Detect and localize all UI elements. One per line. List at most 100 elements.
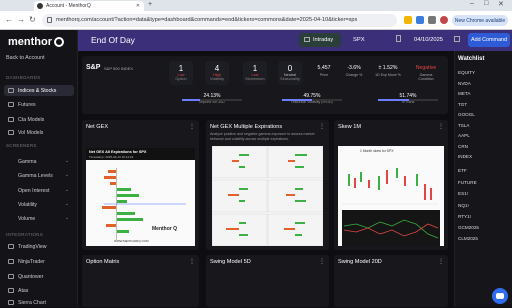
option-matrix-card: Option Matrix ⋮ bbox=[82, 255, 199, 307]
watchlist-item[interactable]: GOOGL bbox=[458, 112, 475, 117]
sidebar-item-open-interest[interactable]: Open Interest ⌄ bbox=[4, 185, 74, 196]
ticker-summary: S&P S&P 500 INDEX 1 Low Option 4 High Vo… bbox=[82, 56, 448, 114]
watchlist-item[interactable]: CRN bbox=[458, 144, 468, 149]
watchlist-item[interactable]: RTY1! bbox=[458, 214, 471, 219]
skew-chart[interactable]: 1 Month skew for SPX bbox=[338, 146, 444, 246]
chevron-down-icon: ⌄ bbox=[64, 187, 69, 193]
card-title: Skew 1M bbox=[338, 124, 362, 130]
tab-title: Account - MenthorQ bbox=[46, 3, 91, 9]
watchlist-item[interactable]: META bbox=[458, 91, 470, 96]
chat-support-button[interactable] bbox=[492, 288, 508, 304]
more-options-icon[interactable]: ⋮ bbox=[189, 258, 195, 265]
watchlist-item[interactable]: NQ1! bbox=[458, 203, 469, 208]
watchlist-group[interactable]: FUTURE bbox=[458, 180, 477, 185]
watchlist-item[interactable]: ES1! bbox=[458, 191, 468, 196]
add-command-button[interactable]: Add Command bbox=[468, 33, 510, 47]
net-gex-card: Net GEX ⋮ Net GEX All Expirations for SP… bbox=[82, 120, 199, 250]
back-icon[interactable]: ← bbox=[5, 15, 13, 24]
futures-icon bbox=[8, 102, 14, 107]
new-tab-icon[interactable]: + bbox=[148, 1, 152, 8]
more-options-icon[interactable]: ⋮ bbox=[319, 258, 325, 265]
seasonality-score: 0 Neutral Seasonality bbox=[278, 61, 302, 85]
net-gex-chart[interactable]: Net GEX All Expirations for SPX Timestam… bbox=[86, 148, 195, 246]
sidebar-item-vol-models[interactable]: Vol Models bbox=[4, 127, 74, 138]
volatility-score: 4 High Volatility bbox=[205, 61, 229, 85]
date-input[interactable]: 04/10/2025 bbox=[408, 33, 453, 47]
sidebar-item-quantower[interactable]: Quantower bbox=[4, 271, 74, 282]
watchlist-group[interactable]: ETF bbox=[458, 168, 467, 173]
skew-1m-card: Skew 1M ⋮ 1 Month skew for SPX bbox=[334, 120, 448, 250]
more-options-icon[interactable]: ⋮ bbox=[189, 123, 195, 130]
option-score: 1 Low Option bbox=[169, 61, 193, 85]
atas-icon bbox=[8, 288, 14, 293]
chevron-down-icon: ⌄ bbox=[64, 158, 69, 164]
quantower-icon bbox=[8, 274, 14, 279]
watchlist-item[interactable]: TGT bbox=[458, 102, 467, 107]
more-options-icon[interactable]: ⋮ bbox=[319, 123, 325, 130]
intraday-button[interactable]: Intraday bbox=[299, 33, 341, 47]
sidebar-item-indices-stocks[interactable]: Indices & Stocks bbox=[4, 85, 74, 96]
sidebar-item-ninjatrader[interactable]: NinjaTrader bbox=[4, 256, 74, 267]
sidebar-item-tradingview[interactable]: TradingView bbox=[4, 241, 74, 252]
browser-toolbar: ← → ↻ menthorq.com/account/?action=data&… bbox=[0, 11, 512, 30]
extension-icon[interactable] bbox=[404, 16, 412, 24]
minimize-icon[interactable]: – bbox=[470, 0, 474, 7]
ticker-name: S&P bbox=[86, 64, 101, 71]
browser-tab[interactable]: Account - MenthorQ ✕ bbox=[34, 1, 144, 11]
menthorq-logo[interactable]: menthor bbox=[8, 36, 64, 48]
watchlist-group[interactable]: EQUITY bbox=[458, 70, 475, 75]
close-tab-icon[interactable]: ✕ bbox=[136, 3, 140, 9]
watchlist-item[interactable]: GCM2025 bbox=[458, 225, 479, 230]
sidebar-item-atas[interactable]: Atas bbox=[4, 285, 74, 296]
sidebar-item-cta-models[interactable]: Cta Models bbox=[4, 114, 74, 125]
ninjatrader-icon bbox=[8, 259, 14, 264]
ticker-input[interactable]: SPX bbox=[348, 33, 393, 47]
skew-candles bbox=[342, 168, 440, 246]
sidebar-item-volatility[interactable]: Volatility ⌄ bbox=[4, 199, 74, 210]
back-to-account-link[interactable]: Back to Account bbox=[6, 55, 45, 61]
section-integrations: INTEGRATIONS bbox=[6, 232, 44, 237]
sidebar: menthor Back to Account DASHBOARDS Indic… bbox=[0, 30, 78, 307]
favicon-icon bbox=[37, 3, 43, 9]
close-window-icon[interactable]: ✕ bbox=[498, 0, 504, 8]
more-options-icon[interactable]: ⋮ bbox=[438, 123, 444, 130]
more-options-icon[interactable]: ⋮ bbox=[438, 258, 444, 265]
forward-icon[interactable]: → bbox=[17, 15, 25, 24]
sidebar-item-sierra-chart[interactable]: Sierra Chart bbox=[4, 297, 74, 308]
chevron-down-icon: ⌄ bbox=[64, 201, 69, 207]
trash-icon[interactable] bbox=[396, 35, 401, 42]
profile-icon[interactable] bbox=[440, 16, 448, 24]
watchlist-panel: Watchlist EQUITY NVDA META TGT GOOGL TSL… bbox=[454, 51, 512, 307]
extension-icon[interactable] bbox=[416, 16, 424, 24]
card-title: Swing Model 20D bbox=[338, 259, 382, 265]
section-dashboards: DASHBOARDS bbox=[6, 75, 41, 80]
maximize-icon[interactable]: □ bbox=[484, 0, 488, 7]
chart-timestamp: Timestamp: 2025-04-10 16:14:22 bbox=[89, 155, 134, 159]
tradingview-icon bbox=[8, 244, 14, 249]
watchlist-item[interactable]: NVDA bbox=[458, 81, 471, 86]
watchlist-item[interactable]: CLM2025 bbox=[458, 236, 478, 241]
clock-icon bbox=[304, 37, 310, 42]
lock-icon bbox=[47, 17, 52, 23]
sidebar-item-gamma[interactable]: Gamma ⌄ bbox=[4, 156, 74, 167]
sidebar-item-gamma-levels[interactable]: Gamma Levels ⌄ bbox=[4, 170, 74, 181]
watchlist-item[interactable]: TSLA bbox=[458, 123, 470, 128]
chevron-down-icon: ⌄ bbox=[64, 215, 69, 221]
sidebar-item-volume[interactable]: Volume ⌄ bbox=[4, 213, 74, 224]
historical-vol-fill bbox=[282, 99, 312, 101]
calendar-icon[interactable] bbox=[454, 36, 460, 42]
website-text: WWW.MENTHORQ.COM bbox=[114, 239, 149, 243]
implied-vol-fill bbox=[182, 99, 200, 101]
reload-icon[interactable]: ↻ bbox=[29, 15, 36, 24]
address-bar[interactable]: menthorq.com/account/?action=data&type=d… bbox=[42, 14, 397, 27]
net-gex-multi-chart[interactable] bbox=[211, 145, 324, 247]
update-chrome-button[interactable]: New Chrome available bbox=[452, 15, 508, 26]
puzzle-icon[interactable] bbox=[428, 16, 436, 24]
watchlist-group[interactable]: INDEX bbox=[458, 154, 472, 159]
watchlist-item[interactable]: AAPL bbox=[458, 133, 470, 138]
chart-title: Net GEX All Expirations for SPX bbox=[89, 150, 147, 154]
iv-rank-fill bbox=[378, 99, 409, 101]
card-title: Swing Model 5D bbox=[210, 259, 251, 265]
sidebar-item-futures[interactable]: Futures bbox=[4, 99, 74, 110]
swing-model-5d-card: Swing Model 5D ⋮ bbox=[206, 255, 329, 307]
